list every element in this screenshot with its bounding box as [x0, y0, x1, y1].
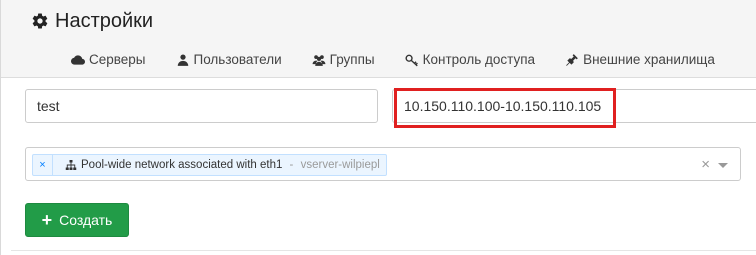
network-select[interactable]: × Pool-wide network associated with eth1…: [25, 147, 741, 181]
create-form: × Pool-wide network associated with eth1…: [1, 79, 756, 255]
form-divider: [11, 250, 756, 251]
users-icon: [312, 55, 326, 66]
user-icon: [177, 54, 188, 66]
app-frame: Настройки Серверы Пользователи Группы Ко…: [0, 0, 756, 255]
clear-selection-icon[interactable]: ×: [701, 156, 710, 173]
tab-external-storage[interactable]: Внешние хранилища: [565, 51, 715, 69]
tab-groups[interactable]: Группы: [312, 51, 375, 69]
plus-icon: +: [41, 210, 53, 230]
network-tag-sub: vserver-wilpiepl: [300, 159, 380, 171]
key-icon: [405, 54, 418, 67]
tab-external-storage-label: Внешние хранилища: [583, 52, 715, 67]
tab-users[interactable]: Пользователи: [176, 51, 282, 69]
cloud-icon: [71, 55, 85, 65]
name-input[interactable]: [25, 89, 378, 123]
network-tag-label: Pool-wide network associated with eth1 -…: [53, 155, 386, 175]
tag-remove-icon[interactable]: ×: [33, 155, 53, 175]
network-tag: × Pool-wide network associated with eth1…: [32, 154, 387, 176]
create-button[interactable]: + Создать: [25, 203, 129, 237]
network-tag-separator: -: [286, 159, 297, 171]
chevron-down-icon[interactable]: [718, 163, 728, 168]
tab-servers-label: Серверы: [89, 52, 146, 67]
settings-tabs: Серверы Пользователи Группы Контроль дос…: [71, 46, 745, 74]
ip-range-input[interactable]: [392, 89, 756, 123]
tab-groups-label: Группы: [329, 52, 375, 67]
tab-access-control-label: Контроль доступа: [422, 52, 536, 67]
tab-access-control[interactable]: Контроль доступа: [405, 51, 535, 69]
page-title: Настройки: [31, 8, 153, 34]
settings-header: Настройки Серверы Пользователи Группы Ко…: [1, 0, 756, 78]
page-title-text: Настройки: [55, 10, 154, 32]
plug-icon: [566, 54, 578, 66]
tab-servers[interactable]: Серверы: [71, 51, 146, 69]
network-icon: [65, 160, 77, 170]
tab-users-label: Пользователи: [193, 52, 282, 67]
network-tag-text: Pool-wide network associated with eth1: [81, 159, 283, 171]
gear-icon: [32, 13, 48, 29]
create-button-label: Создать: [59, 212, 113, 228]
